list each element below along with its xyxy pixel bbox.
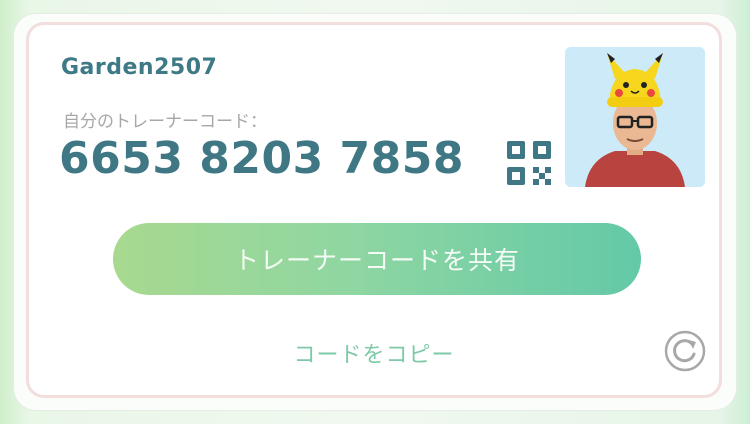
trainer-avatar-image: [565, 47, 705, 187]
share-trainer-code-button[interactable]: トレーナーコードを共有: [113, 223, 641, 295]
trainer-code-card: Garden2507 自分のトレーナーコード： 6653 8203 7858 ト…: [26, 22, 722, 398]
qr-code-icon[interactable]: [507, 141, 551, 185]
copy-code-link[interactable]: コードをコピー: [29, 337, 719, 369]
refresh-icon[interactable]: [663, 329, 707, 373]
trainer-username: Garden2507: [61, 55, 218, 80]
trainer-code-value: 6653 8203 7858: [59, 133, 465, 184]
trainer-avatar[interactable]: [565, 47, 705, 187]
trainer-code-label: 自分のトレーナーコード：: [63, 112, 267, 132]
